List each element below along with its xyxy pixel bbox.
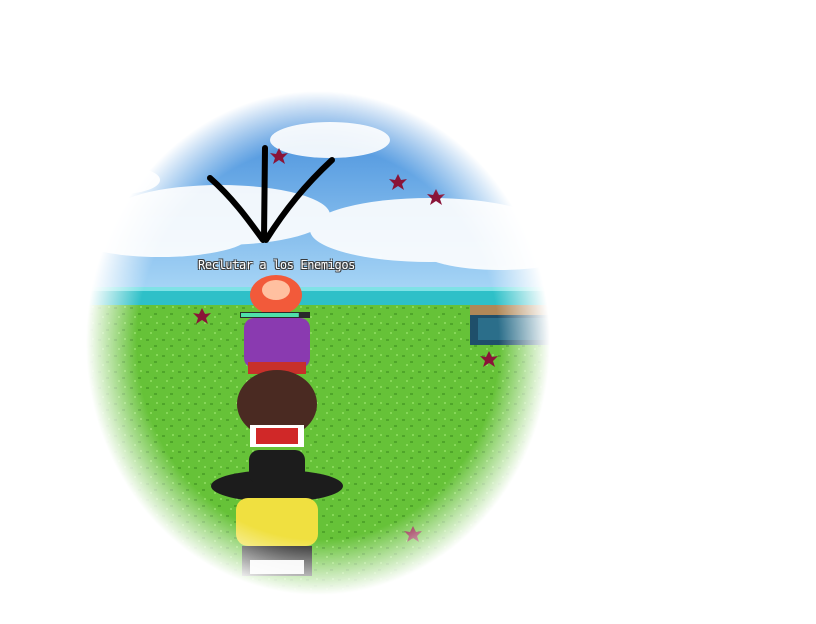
scene-canvas (60, 80, 580, 605)
npc-hp-bar-fill (241, 313, 299, 317)
npc-name-label: Reclutar a los Enemigos (198, 258, 355, 272)
npc-character (244, 275, 310, 374)
pond (470, 305, 580, 345)
grass-field (60, 305, 580, 605)
game-scene: Reclutar a los Enemigos (0, 0, 816, 624)
